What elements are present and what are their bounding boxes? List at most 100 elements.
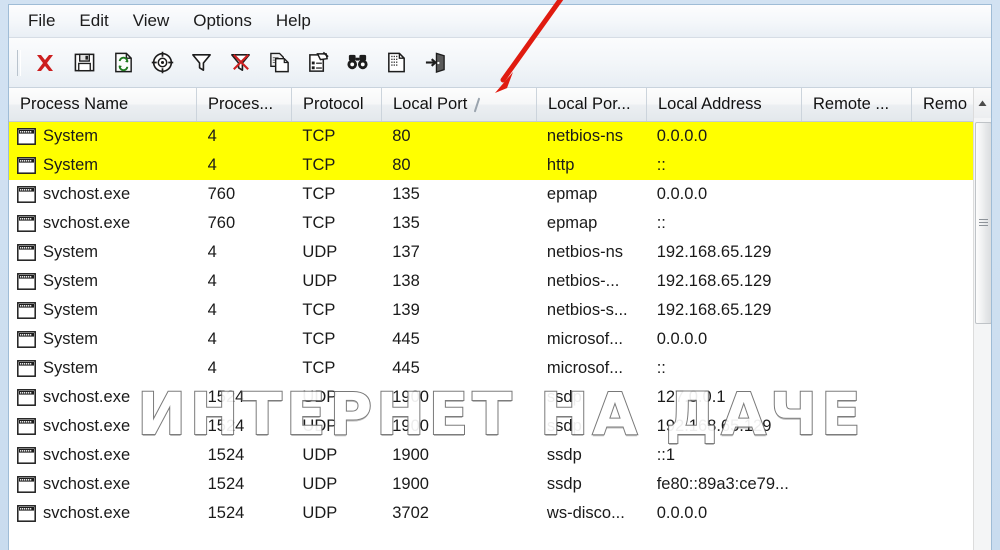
column-process-id[interactable]: Proces... — [197, 88, 292, 121]
cell-local-port-name: ssdp — [536, 417, 646, 436]
cell-process-name: System — [9, 359, 197, 378]
copy-button[interactable] — [260, 45, 298, 81]
process-window-icon — [17, 244, 36, 261]
cell-process-name: System — [9, 301, 197, 320]
menu-help[interactable]: Help — [265, 7, 322, 35]
html-report-button[interactable] — [377, 45, 415, 81]
cell-local-port-name: ssdp — [536, 388, 646, 407]
menu-bar: File Edit View Options Help — [9, 5, 991, 38]
table-row[interactable]: System4TCP445microsof...0.0.0.0 — [9, 325, 974, 354]
exit-icon — [424, 51, 447, 74]
menu-view[interactable]: View — [122, 7, 181, 35]
process-name-label: svchost.exe — [43, 446, 130, 465]
column-local-port[interactable]: Local Port — [382, 88, 537, 121]
cell-protocol: UDP — [291, 475, 381, 494]
save-icon — [73, 51, 96, 74]
cell-protocol: UDP — [291, 243, 381, 262]
refresh-icon — [112, 51, 135, 74]
cell-local-port: 1900 — [381, 475, 536, 494]
cell-local-port: 135 — [381, 214, 536, 233]
cell-local-port: 80 — [381, 127, 536, 146]
cell-local-address: 192.168.65.129 — [646, 417, 801, 436]
table-row[interactable]: svchost.exe1524UDP1900ssdp192.168.65.129 — [9, 412, 974, 441]
vertical-scrollbar[interactable] — [973, 88, 991, 550]
table-row[interactable]: svchost.exe760TCP135epmap:: — [9, 209, 974, 238]
cell-process-name: svchost.exe — [9, 475, 197, 494]
delete-icon — [33, 51, 57, 75]
table-row[interactable]: svchost.exe1524UDP1900ssdpfe80::89a3:ce7… — [9, 470, 974, 499]
properties-button[interactable] — [299, 45, 337, 81]
column-header-label: Protocol — [303, 95, 364, 114]
column-header-label: Proces... — [208, 95, 273, 114]
column-header-label: Local Por... — [548, 95, 631, 114]
menu-file[interactable]: File — [17, 7, 66, 35]
process-name-label: svchost.exe — [43, 475, 130, 494]
table-row[interactable]: System4UDP138netbios-...192.168.65.129 — [9, 267, 974, 296]
cell-process-id: 1524 — [197, 417, 292, 436]
process-window-icon — [17, 331, 36, 348]
table-row[interactable]: System4TCP445microsof...:: — [9, 354, 974, 383]
menu-edit[interactable]: Edit — [68, 7, 119, 35]
sort-indicator-icon — [474, 97, 481, 112]
cell-protocol: UDP — [291, 388, 381, 407]
refresh-button[interactable] — [104, 45, 142, 81]
save-button[interactable] — [65, 45, 103, 81]
process-name-label: svchost.exe — [43, 388, 130, 407]
cell-local-port: 137 — [381, 243, 536, 262]
client-area: File Edit View Options Help — [8, 4, 992, 550]
cell-local-address: :: — [646, 359, 801, 378]
column-local-address[interactable]: Local Address — [647, 88, 802, 121]
cell-protocol: TCP — [291, 156, 381, 175]
filter-icon — [190, 51, 213, 74]
table-row[interactable]: svchost.exe1524UDP3702ws-disco...0.0.0.0 — [9, 499, 974, 528]
cell-local-port-name: microsof... — [536, 359, 646, 378]
menu-options[interactable]: Options — [182, 7, 263, 35]
column-header-label: Remote ... — [813, 95, 889, 114]
cell-process-name: System — [9, 243, 197, 262]
table-row[interactable]: System4TCP80http:: — [9, 151, 974, 180]
live-capture-button[interactable] — [143, 45, 181, 81]
clear-filter-icon — [229, 51, 252, 74]
cell-process-id: 4 — [197, 127, 292, 146]
column-remote-port[interactable]: Remote ... — [802, 88, 912, 121]
cell-process-id: 1524 — [197, 475, 292, 494]
cell-process-id: 1524 — [197, 446, 292, 465]
exit-button[interactable] — [416, 45, 454, 81]
column-protocol[interactable]: Protocol — [292, 88, 382, 121]
find-button[interactable] — [338, 45, 376, 81]
cell-local-address: ::1 — [646, 446, 801, 465]
cell-local-port: 135 — [381, 185, 536, 204]
properties-icon — [307, 51, 330, 74]
advanced-filters-button[interactable] — [182, 45, 220, 81]
table-row[interactable]: svchost.exe1524UDP1900ssdp127.0.0.1 — [9, 383, 974, 412]
process-window-icon — [17, 505, 36, 522]
cell-local-port-name: netbios-s... — [536, 301, 646, 320]
scroll-up-button[interactable] — [974, 88, 991, 118]
cell-local-port: 445 — [381, 359, 536, 378]
cell-process-name: svchost.exe — [9, 504, 197, 523]
cell-process-id: 760 — [197, 214, 292, 233]
target-icon — [151, 51, 174, 74]
table-row[interactable]: System4UDP137netbios-ns192.168.65.129 — [9, 238, 974, 267]
copy-icon — [268, 51, 291, 74]
scrollbar-thumb[interactable] — [975, 122, 992, 324]
process-window-icon — [17, 447, 36, 464]
cell-local-address: 0.0.0.0 — [646, 504, 801, 523]
table-row[interactable]: System4TCP80netbios-ns0.0.0.0 — [9, 122, 974, 151]
cell-protocol: UDP — [291, 272, 381, 291]
grid-rows[interactable]: System4TCP80netbios-ns0.0.0.0System4TCP8… — [9, 122, 974, 550]
table-row[interactable]: svchost.exe760TCP135epmap0.0.0.0 — [9, 180, 974, 209]
cell-local-address: :: — [646, 156, 801, 175]
column-remote-address[interactable]: Remo — [912, 88, 976, 121]
delete-button[interactable] — [26, 45, 64, 81]
cell-local-port: 139 — [381, 301, 536, 320]
scrollbar-track[interactable] — [974, 118, 991, 550]
table-row[interactable]: svchost.exe1524UDP1900ssdp::1 — [9, 441, 974, 470]
table-row[interactable]: System4TCP139netbios-s...192.168.65.129 — [9, 296, 974, 325]
column-process-name[interactable]: Process Name — [9, 88, 197, 121]
clear-filters-button[interactable] — [221, 45, 259, 81]
cell-local-port: 1900 — [381, 446, 536, 465]
column-local-port-name[interactable]: Local Por... — [537, 88, 647, 121]
cell-local-address: 192.168.65.129 — [646, 243, 801, 262]
cell-local-port-name: netbios-... — [536, 272, 646, 291]
